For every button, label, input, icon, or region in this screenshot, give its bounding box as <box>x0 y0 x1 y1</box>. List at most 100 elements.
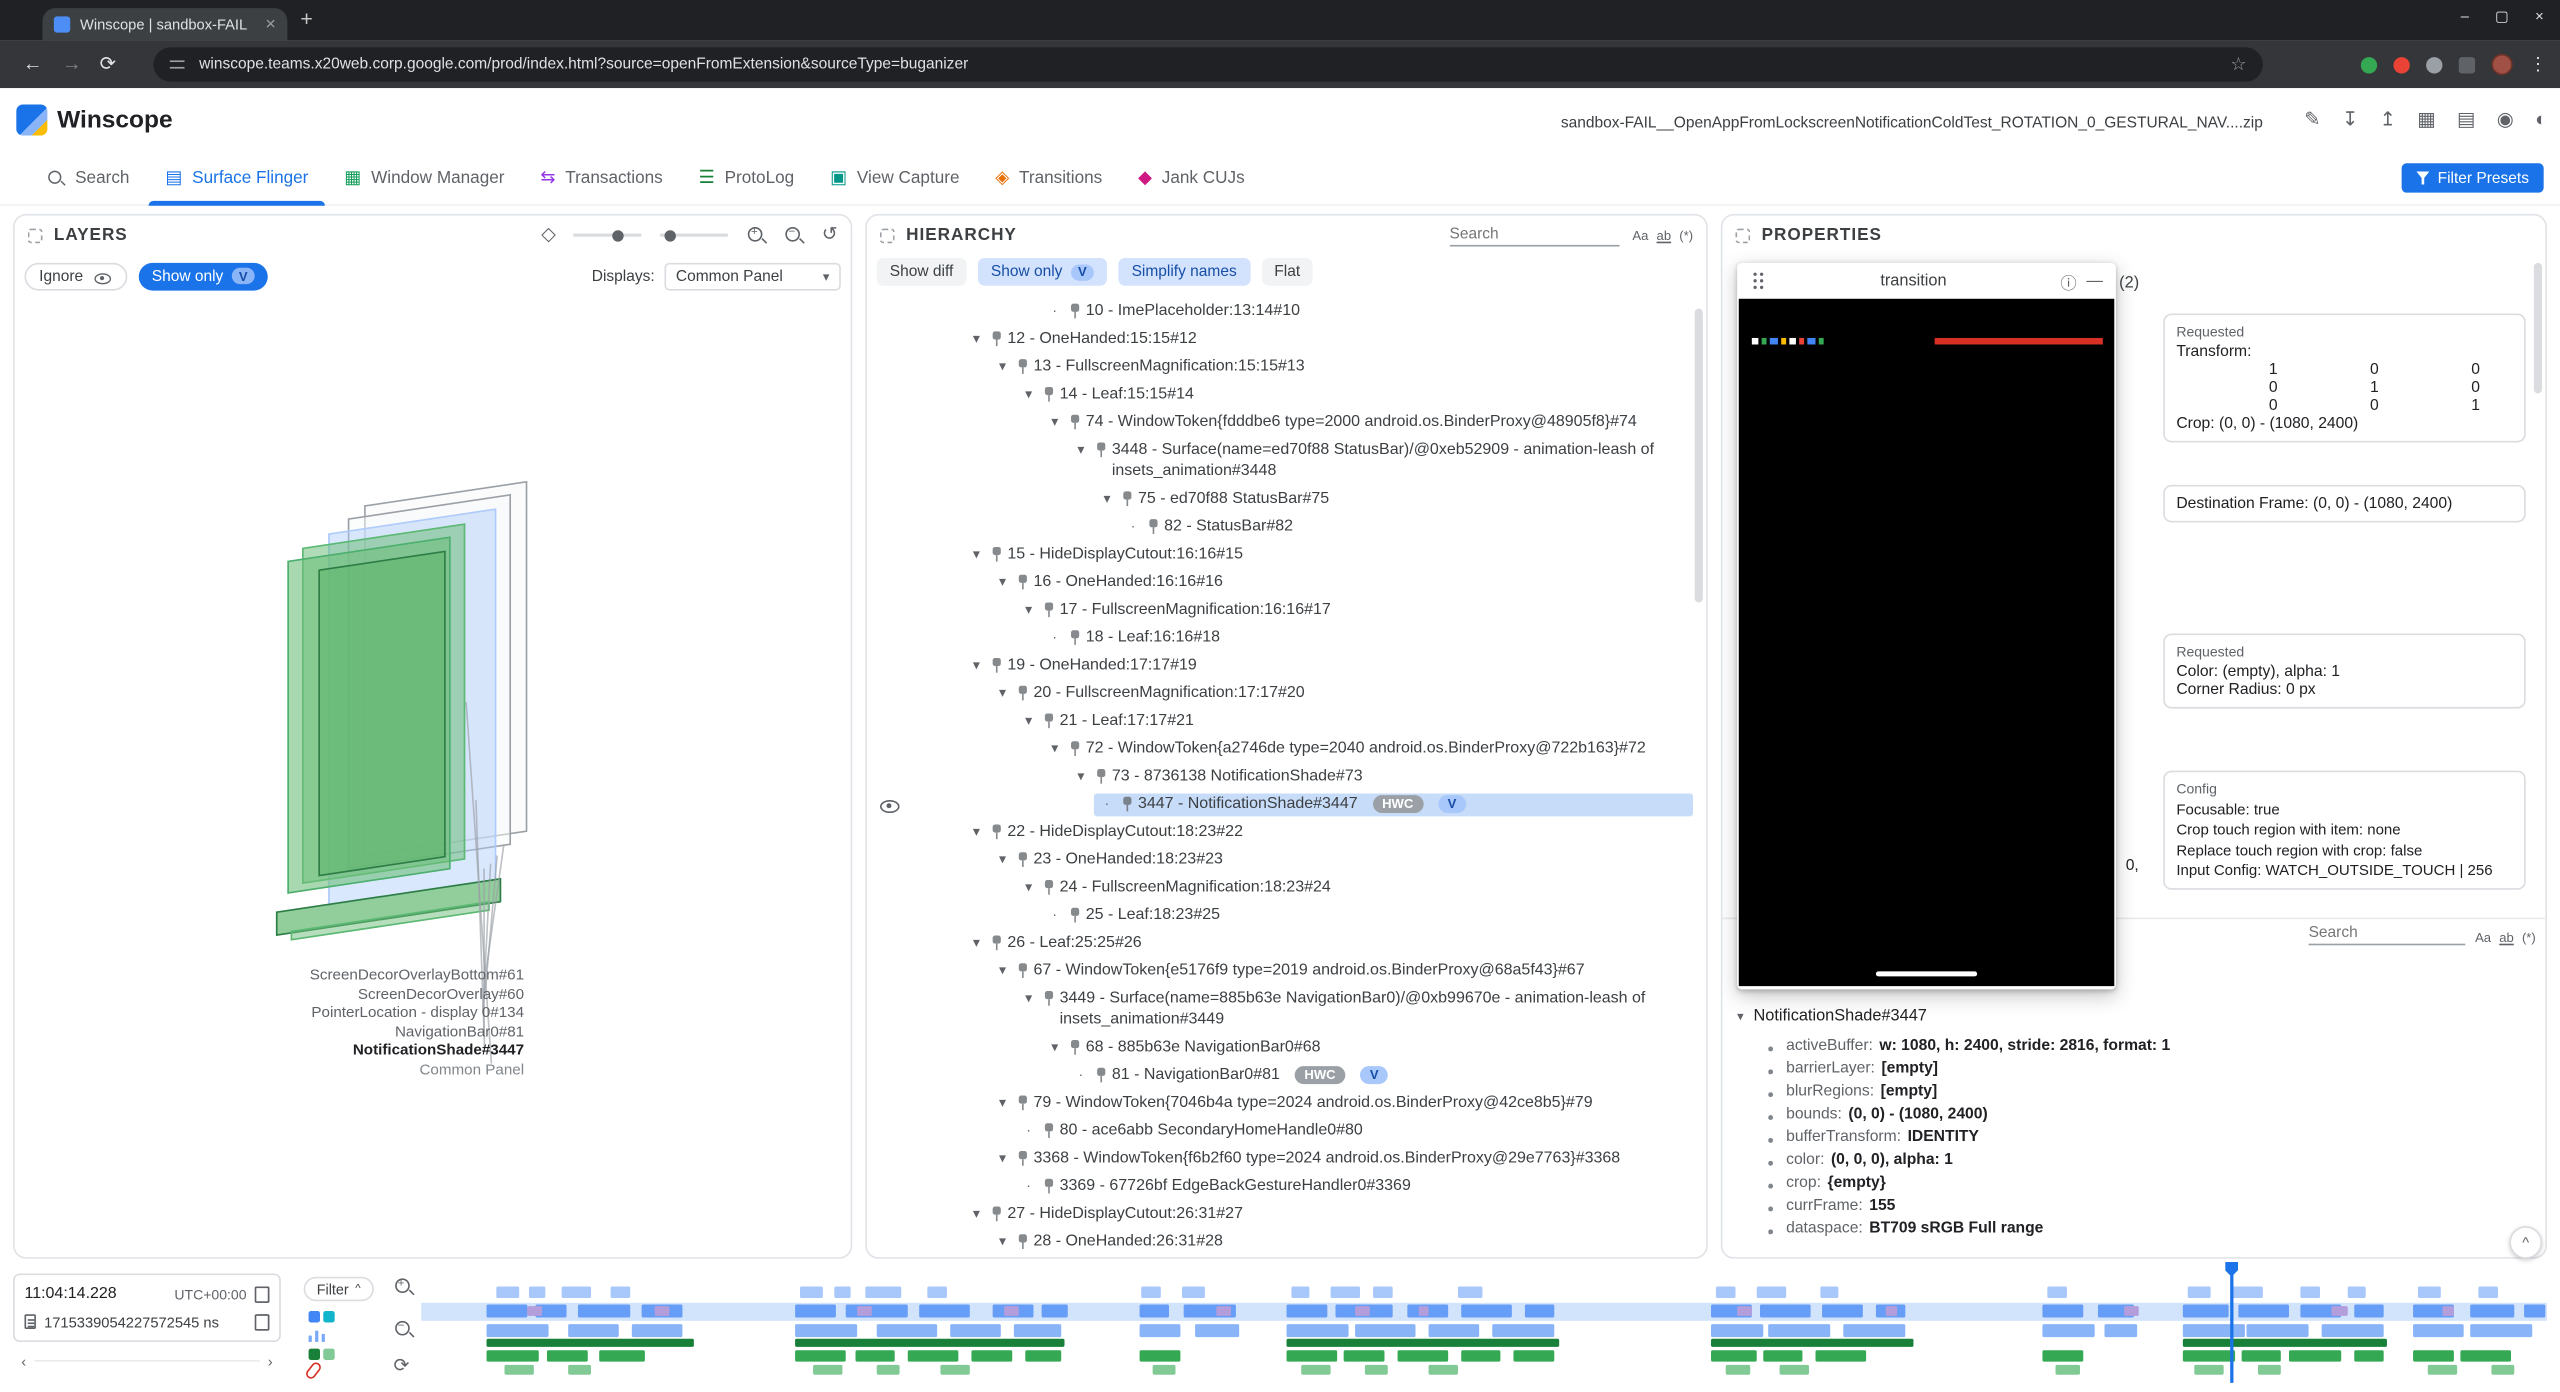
ignore-toggle[interactable]: Ignore <box>24 262 127 290</box>
show-only-v-toggle[interactable]: Show only V <box>139 262 268 290</box>
match-word-icon[interactable]: ab <box>1657 228 1672 243</box>
timeline-row-wm-band[interactable] <box>421 1339 2547 1347</box>
hierarchy-node[interactable]: ▾79 - WindowToken{7046b4a type=2024 andr… <box>867 1089 1693 1117</box>
scroll-left-icon[interactable]: ‹ <box>21 1353 26 1369</box>
pin-icon[interactable] <box>1042 990 1055 1006</box>
collapse-icon[interactable]: ▾ <box>994 849 1010 870</box>
protolog-trace-icon[interactable] <box>323 1349 334 1360</box>
hierarchy-node[interactable]: ▾13 - FullscreenMagnification:15:15#13 <box>867 353 1693 381</box>
properties-search-input[interactable] <box>2309 924 2466 945</box>
trace-entry-block[interactable] <box>1216 1306 1231 1316</box>
filter-presets-button[interactable]: Filter Presets <box>2402 163 2544 192</box>
view-3d-icon[interactable]: ◇ <box>541 225 555 245</box>
collapse-icon[interactable]: ▾ <box>968 655 984 676</box>
collapse-icon[interactable]: ▾ <box>968 932 984 953</box>
hierarchy-node[interactable]: ▾24 - FullscreenMagnification:18:23#24 <box>867 873 1693 901</box>
hierarchy-node[interactable]: ▾26 - Leaf:25:25#26 <box>867 929 1693 957</box>
pin-icon[interactable] <box>1068 1039 1081 1055</box>
dark-mode-icon[interactable]: ◐ <box>2535 108 2547 131</box>
url-bar[interactable]: ☆ <box>153 47 2262 81</box>
rotation-slider[interactable] <box>574 233 643 236</box>
trace-entry-block[interactable] <box>908 1350 959 1361</box>
trace-entry-block[interactable] <box>1756 1287 1786 1298</box>
trace-entry-block[interactable] <box>1365 1365 1388 1375</box>
pin-icon[interactable] <box>989 1206 1002 1222</box>
timeline-row-protolog[interactable] <box>421 1350 2547 1361</box>
trace-entry-block[interactable] <box>2413 1350 2453 1361</box>
hierarchy-node[interactable]: ▾68 - 885b63e NavigationBar0#68 <box>867 1033 1693 1061</box>
trace-entry-block[interactable] <box>1459 1287 1482 1298</box>
timeline-filter-button[interactable]: Filter ^ <box>304 1277 374 1301</box>
trace-entry-block[interactable] <box>865 1287 901 1298</box>
hierarchy-node[interactable]: ▾72 - WindowToken{a2746de type=2040 andr… <box>867 735 1693 763</box>
trace-entry-block[interactable] <box>1374 1287 1393 1298</box>
hierarchy-node[interactable]: ·18 - Leaf:16:16#18 <box>867 624 1693 652</box>
bookmark-star-icon[interactable]: ☆ <box>2230 54 2246 75</box>
hierarchy-node[interactable]: ▾14 - Leaf:15:15#14 <box>867 380 1693 408</box>
match-case-icon[interactable]: Aa <box>2475 931 2491 946</box>
trace-entry-block[interactable] <box>1780 1365 1810 1375</box>
collapse-icon[interactable]: ▾ <box>968 328 984 349</box>
timeline-row-transitions[interactable] <box>421 1306 2547 1316</box>
zoom-in-icon[interactable]: + <box>393 1277 413 1297</box>
pin-icon[interactable] <box>1042 713 1055 729</box>
hierarchy-node[interactable]: ▾29 - FullscreenMagnification:26:27#29 <box>867 1256 1693 1258</box>
trace-entry-block[interactable] <box>2183 1324 2245 1337</box>
panel-drag-icon[interactable] <box>1736 228 1751 243</box>
trace-entry-block[interactable] <box>2105 1324 2137 1337</box>
trace-entry-block[interactable] <box>655 1306 670 1316</box>
trace-entry-block[interactable] <box>1182 1287 1205 1298</box>
url-input[interactable] <box>199 56 2217 74</box>
dashboard-icon[interactable]: ▦ <box>2417 108 2436 131</box>
trace-entry-block[interactable] <box>1014 1324 1061 1337</box>
pin-icon[interactable] <box>1094 1067 1107 1083</box>
trace-entry-block[interactable] <box>812 1365 842 1375</box>
bug-report-icon[interactable]: ◉ <box>2497 108 2514 131</box>
trace-entry-block[interactable] <box>568 1324 619 1337</box>
reset-zoom-icon[interactable]: ⟳ <box>393 1357 409 1377</box>
scrollbar-thumb[interactable] <box>1695 309 1703 603</box>
hierarchy-node[interactable]: ▾21 - Leaf:17:17#21 <box>867 707 1693 735</box>
pin-icon[interactable] <box>1016 574 1029 590</box>
collapse-icon[interactable]: ▾ <box>1047 411 1063 432</box>
timeline-row-ticks[interactable] <box>421 1287 2547 1298</box>
trace-entry-block[interactable] <box>632 1324 683 1337</box>
trace-entry-block[interactable] <box>2232 1287 2262 1298</box>
pin-icon[interactable] <box>1042 879 1055 895</box>
hierarchy-node[interactable]: ·25 - Leaf:18:23#25 <box>867 901 1693 929</box>
collapse-icon[interactable]: ▾ <box>994 356 1010 377</box>
copy-icon[interactable] <box>255 1286 270 1302</box>
property-row[interactable]: dataspace:BT709 sRGB Full range <box>1768 1220 2532 1243</box>
trace-entry-block[interactable] <box>600 1350 645 1361</box>
profile-avatar[interactable] <box>2491 54 2512 75</box>
layer-label[interactable]: ScreenDecorOverlayBottom#61 <box>211 967 524 986</box>
spacing-slider[interactable] <box>660 233 729 236</box>
trace-entry-block[interactable] <box>855 1350 895 1361</box>
trace-entry-block[interactable] <box>1286 1350 1337 1361</box>
viewcapture-trace-icon[interactable] <box>323 1311 334 1322</box>
timeline-cursor[interactable] <box>2230 1269 2233 1383</box>
collapse-icon[interactable]: ▾ <box>968 544 984 565</box>
trace-entry-block[interactable] <box>2183 1350 2234 1361</box>
pin-icon[interactable] <box>989 657 1002 673</box>
window-maximize-icon[interactable]: ▢ <box>2495 8 2509 26</box>
collapse-icon[interactable]: ▾ <box>1020 988 1036 1009</box>
hierarchy-node[interactable]: ▾19 - OneHanded:17:17#19 <box>867 651 1693 679</box>
collapse-icon[interactable]: ▾ <box>1047 1037 1063 1058</box>
hierarchy-node[interactable]: ▾28 - OneHanded:26:31#28 <box>867 1228 1693 1256</box>
trace-entry-block[interactable] <box>610 1287 629 1298</box>
extension-icon-3[interactable] <box>2426 56 2442 72</box>
trace-entry-block[interactable] <box>1712 1339 1914 1347</box>
hierarchy-node[interactable]: ·82 - StatusBar#82 <box>867 513 1693 541</box>
trace-entry-block[interactable] <box>2194 1365 2224 1375</box>
extension-icon-2[interactable] <box>2393 56 2409 72</box>
layer-label[interactable]: Common Panel <box>211 1061 524 1080</box>
trace-entry-block[interactable] <box>1514 1350 1554 1361</box>
trace-entry-block[interactable] <box>972 1350 1012 1361</box>
zoom-in-icon[interactable]: + <box>747 225 767 245</box>
trace-entry-block[interactable] <box>1820 1287 1839 1298</box>
trace-entry-block[interactable] <box>1737 1306 1752 1316</box>
hierarchy-node[interactable]: ·10 - ImePlaceholder:13:14#10 <box>867 297 1693 325</box>
trace-entry-block[interactable] <box>927 1287 946 1298</box>
collapse-icon[interactable]: ▾ <box>994 960 1010 981</box>
